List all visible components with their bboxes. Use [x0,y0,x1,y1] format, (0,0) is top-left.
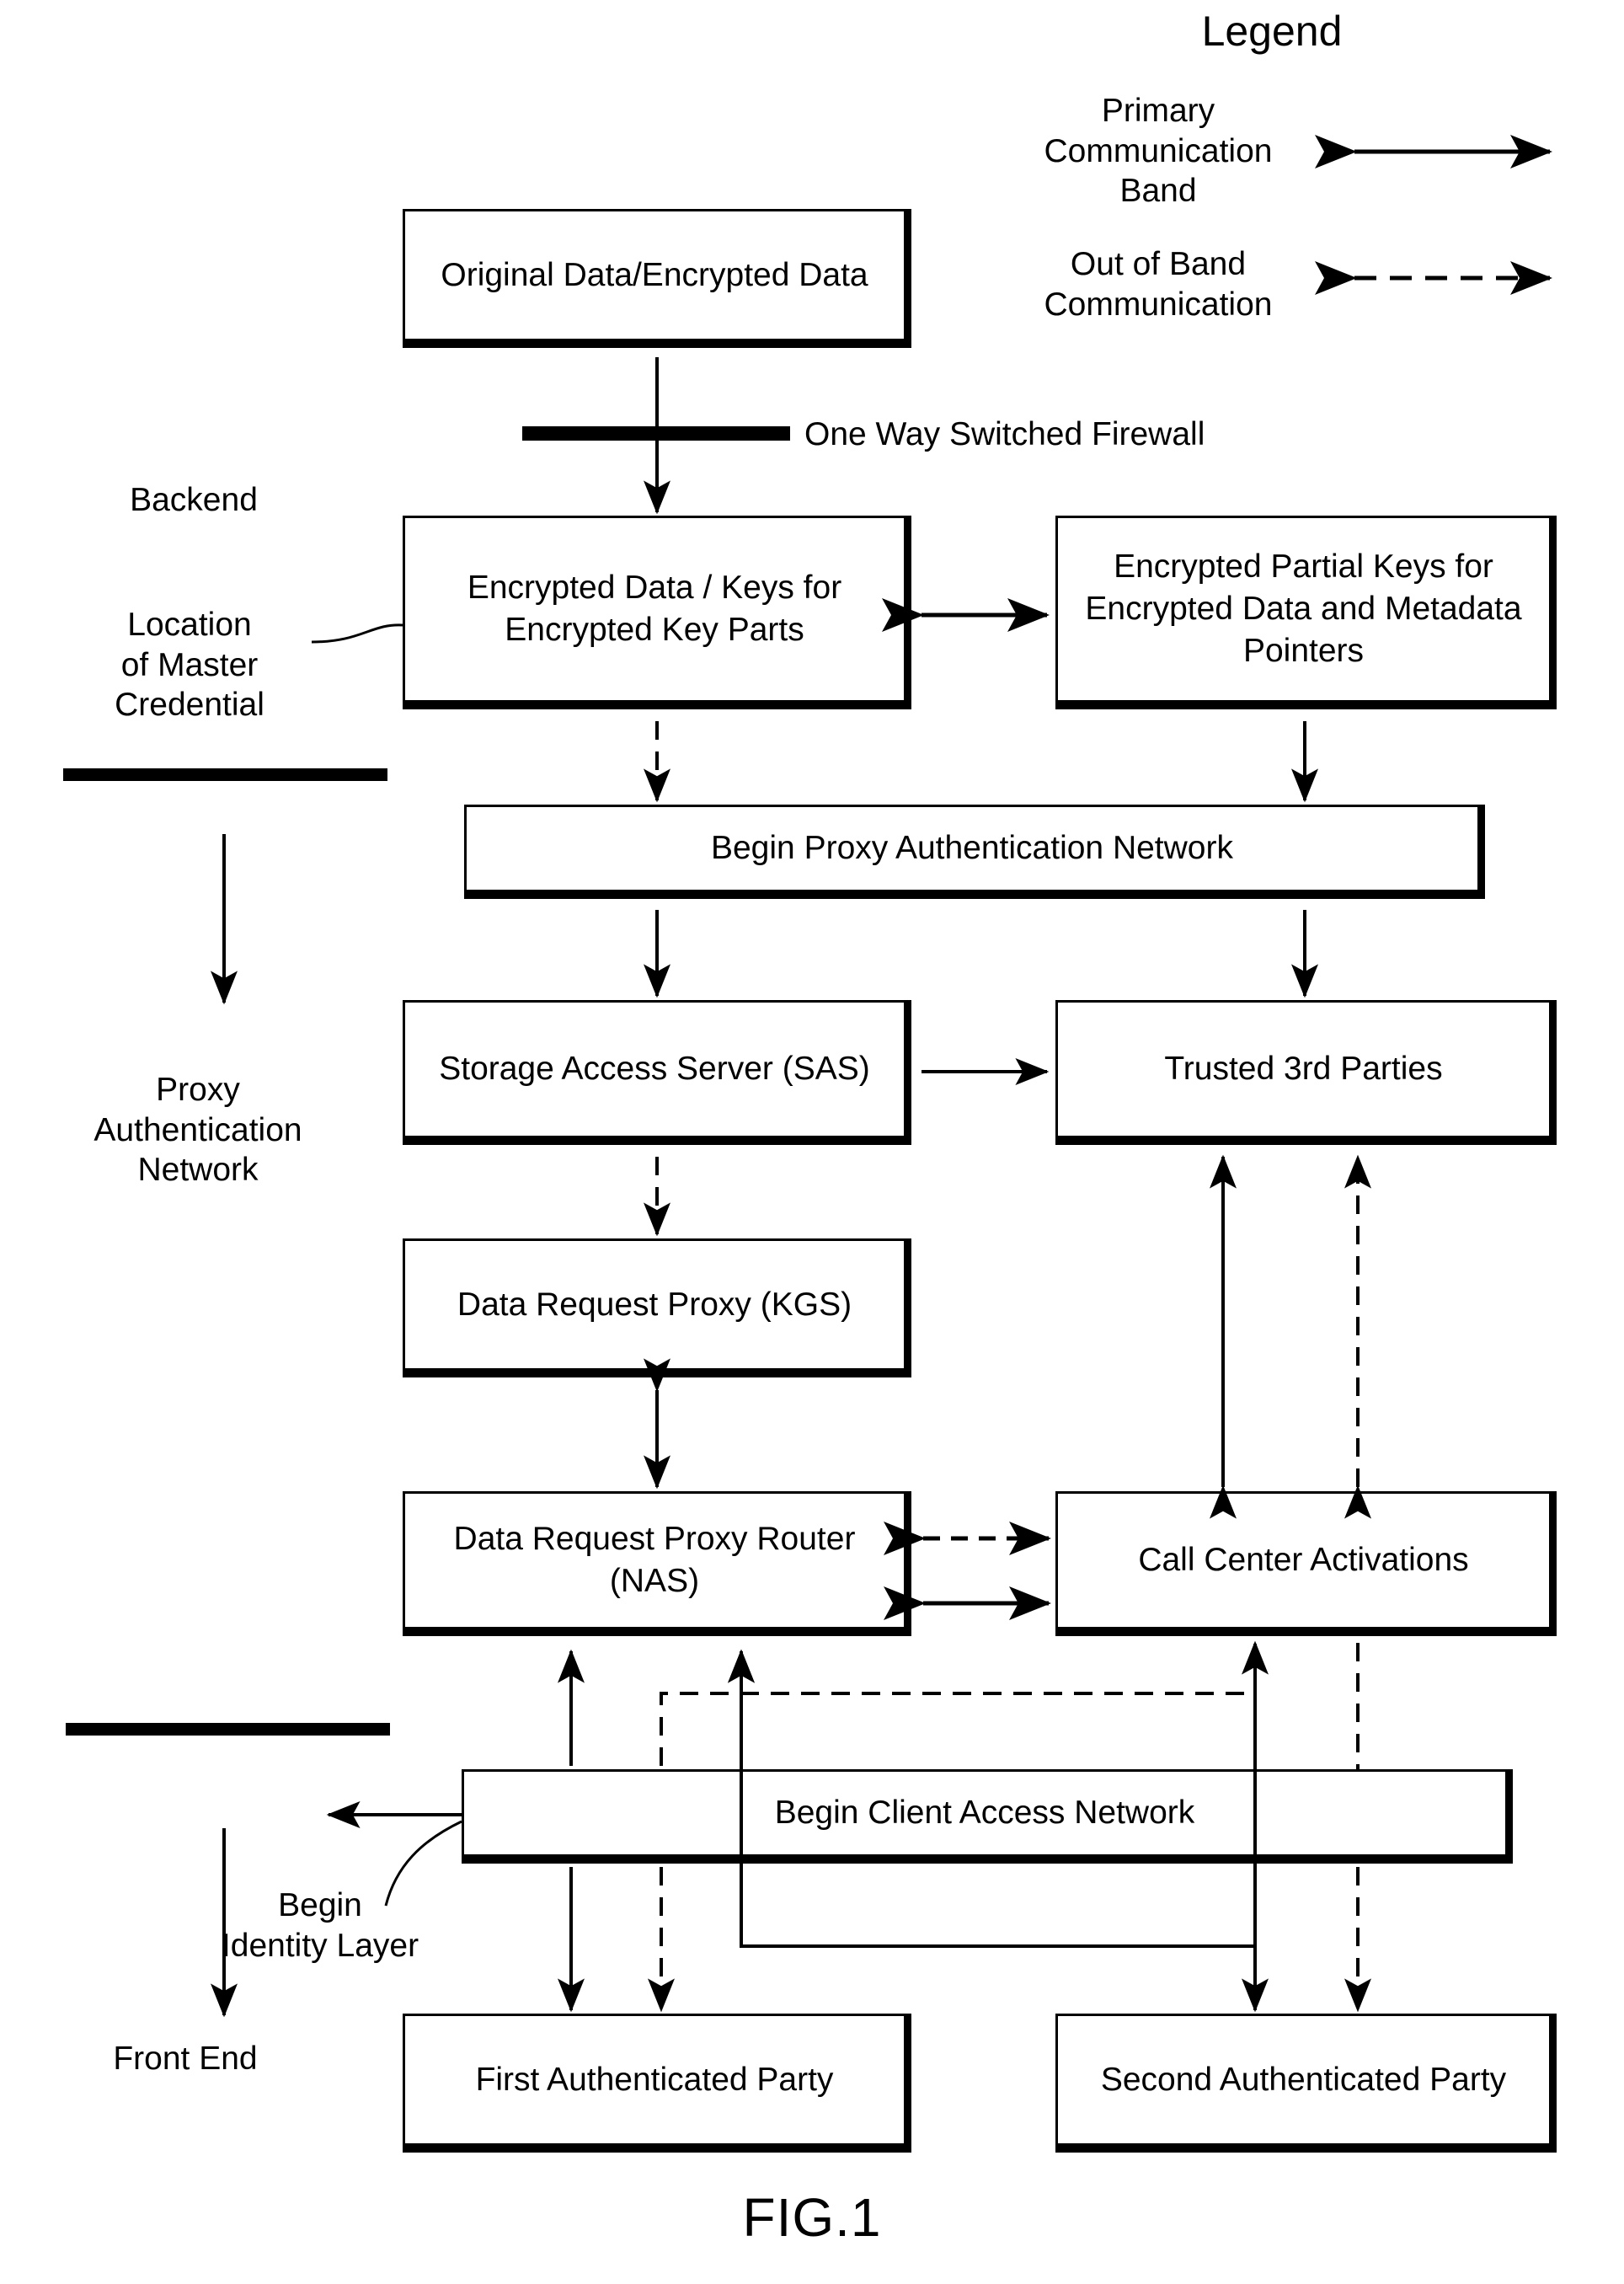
legend-item-primary-communication-band-label: Primary Communication Band [1044,93,1273,210]
node-data-request-proxy-kgs[interactable]: Data Request Proxy (KGS) [403,1238,911,1377]
node-encrypted-partial-keys-label: Encrypted Partial Keys for Encrypted Dat… [1085,548,1522,669]
node-begin-proxy-authentication-network[interactable]: Begin Proxy Authentication Network [464,805,1485,899]
node-trusted-3rd-parties[interactable]: Trusted 3rd Parties [1055,1000,1557,1145]
node-second-authenticated-party-label: Second Authenticated Party [1100,2061,1507,2098]
backend-tier-divider [63,768,387,781]
node-original-data[interactable]: Original Data/Encrypted Data [403,209,911,348]
node-storage-access-server-label: Storage Access Server (SAS) [439,1051,870,1088]
location-of-master-credential-label: Location of Master Credential [115,607,264,724]
figure-caption: FIG.1 [742,2187,882,2248]
legend-title: Legend [1201,8,1343,55]
patent-figure-1: Legend Primary Communication Band Out of… [0,0,1624,2284]
proxy-authentication-network-label: Proxy Authentication Network [93,1072,302,1189]
backend-label: Backend [130,482,258,518]
node-encrypted-data-keys-label: Encrypted Data / Keys for Encrypted Key … [467,570,842,648]
node-begin-client-access-network[interactable]: Begin Client Access Network [462,1769,1513,1864]
wire-client-access-to-call-center-oob [660,1640,1269,1766]
node-encrypted-data-keys[interactable]: Encrypted Data / Keys for Encrypted Key … [403,516,911,709]
one-way-switched-firewall-bar [522,426,790,441]
node-begin-proxy-authentication-network-label: Begin Proxy Authentication Network [710,830,1233,867]
node-begin-client-access-network-label: Begin Client Access Network [774,1795,1195,1832]
node-storage-access-server[interactable]: Storage Access Server (SAS) [403,1000,911,1145]
node-encrypted-partial-keys[interactable]: Encrypted Partial Keys for Encrypted Dat… [1055,516,1557,709]
client-tier-divider [66,1723,390,1736]
node-data-request-proxy-kgs-label: Data Request Proxy (KGS) [457,1286,852,1323]
front-end-label: Front End [113,2041,258,2077]
legend-item-out-of-band-communication-label: Out of Band Communication [1044,246,1273,323]
node-call-center-activations-label: Call Center Activations [1138,1542,1469,1579]
node-data-request-proxy-router-nas-label: Data Request Proxy Router (NAS) [453,1521,856,1599]
node-first-authenticated-party[interactable]: First Authenticated Party [403,2014,911,2153]
node-first-authenticated-party-label: First Authenticated Party [475,2061,834,2098]
one-way-switched-firewall-label: One Way Switched Firewall [804,416,1205,452]
node-call-center-activations[interactable]: Call Center Activations [1055,1491,1557,1636]
node-original-data-label: Original Data/Encrypted Data [441,256,868,293]
node-data-request-proxy-router-nas[interactable]: Data Request Proxy Router (NAS) [403,1491,911,1636]
begin-identity-layer-label: Begin Identity Layer [221,1887,419,1964]
node-second-authenticated-party[interactable]: Second Authenticated Party [1055,2014,1557,2153]
node-trusted-3rd-parties-label: Trusted 3rd Parties [1164,1051,1443,1088]
